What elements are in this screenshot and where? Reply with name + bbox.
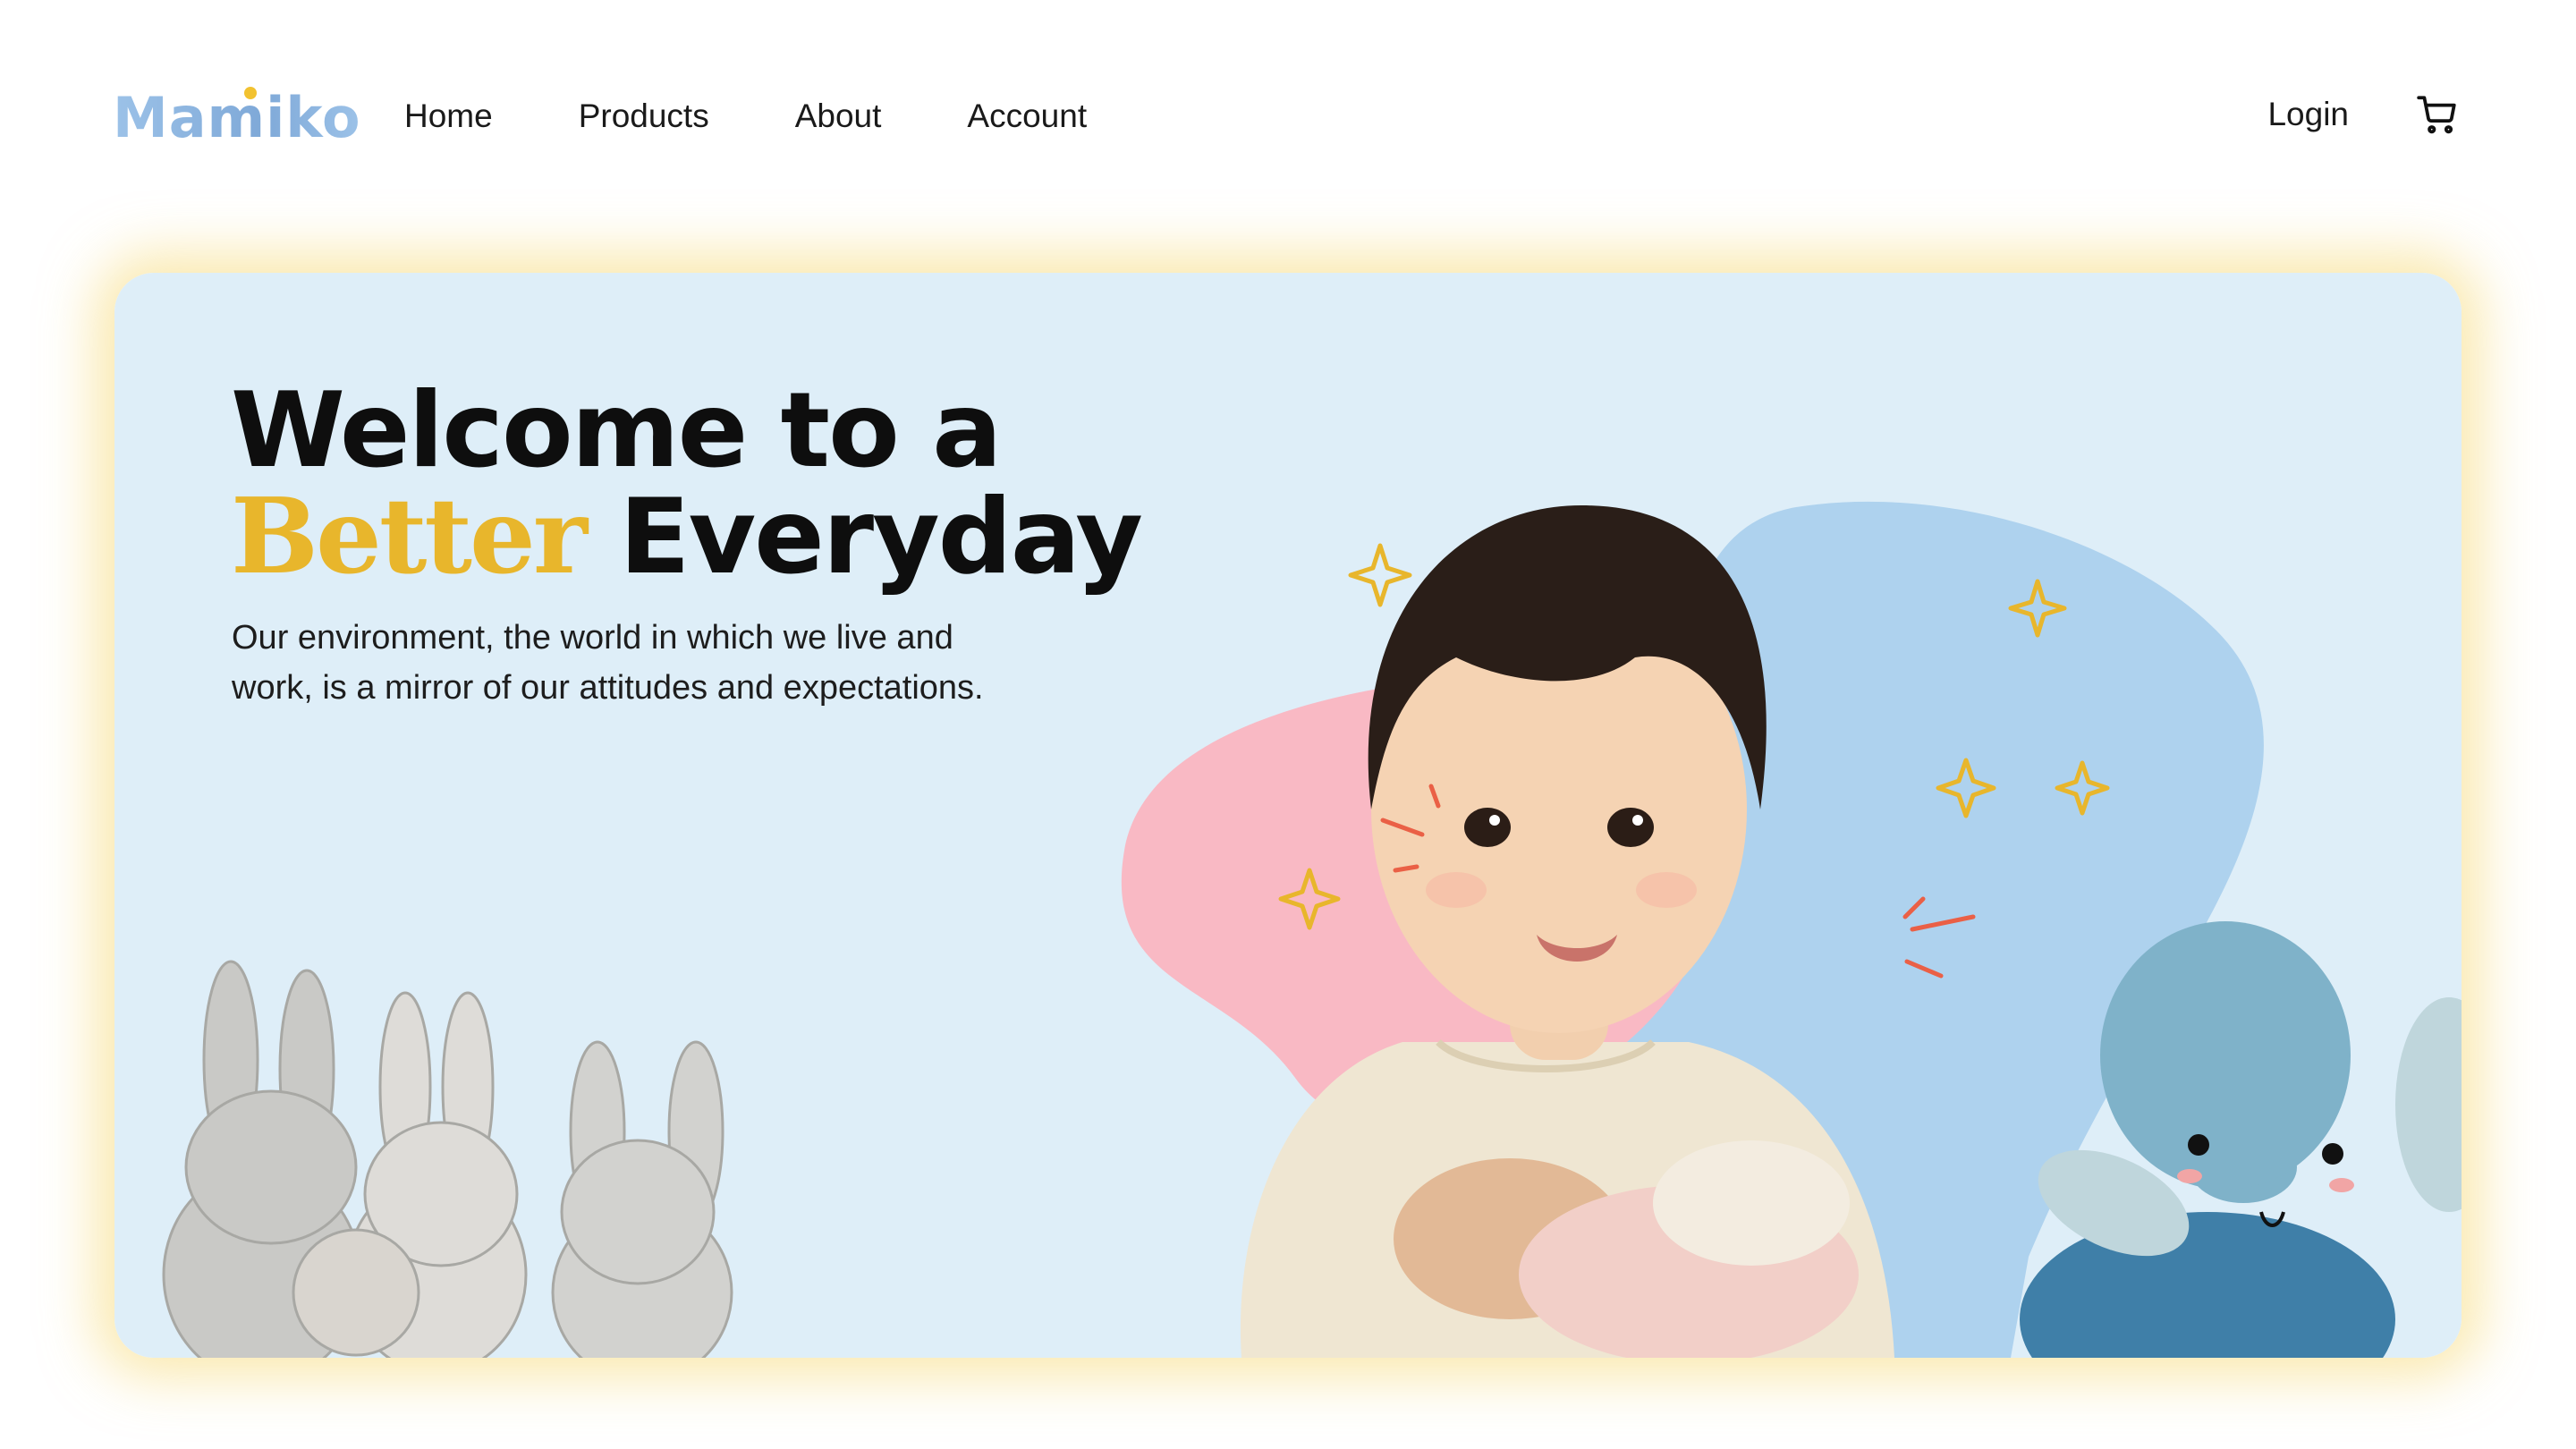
hero-subtext: Our environment, the world in which we l… <box>232 619 984 707</box>
logo-star-icon <box>244 87 257 99</box>
bunny-plush-toys <box>162 960 733 1358</box>
nav-link-home[interactable]: Home <box>404 89 493 143</box>
main-nav: Home Products About Account <box>404 89 1173 143</box>
brand-logo[interactable]: Mamiko <box>113 82 360 154</box>
cart-icon[interactable] <box>2415 92 2460 137</box>
logo-wordmark: Mamiko <box>113 85 361 150</box>
nav-link-products[interactable]: Products <box>579 89 709 143</box>
login-link[interactable]: Login <box>2267 88 2349 141</box>
nav-actions: Login <box>2267 88 2460 141</box>
hero-headline: Welcome to a Better Everyday <box>231 378 1143 590</box>
top-navbar: Mamiko Home Products About Account Login <box>0 0 2576 233</box>
headline-rest: Everyday <box>619 477 1143 597</box>
headline-line-1: Welcome to a <box>231 370 1002 491</box>
hero-banner: Welcome to a Better Everyday Our environ… <box>114 273 2462 1358</box>
nav-link-about[interactable]: About <box>795 89 882 143</box>
headline-accent: Better <box>231 476 588 597</box>
nav-link-account[interactable]: Account <box>967 89 1087 143</box>
